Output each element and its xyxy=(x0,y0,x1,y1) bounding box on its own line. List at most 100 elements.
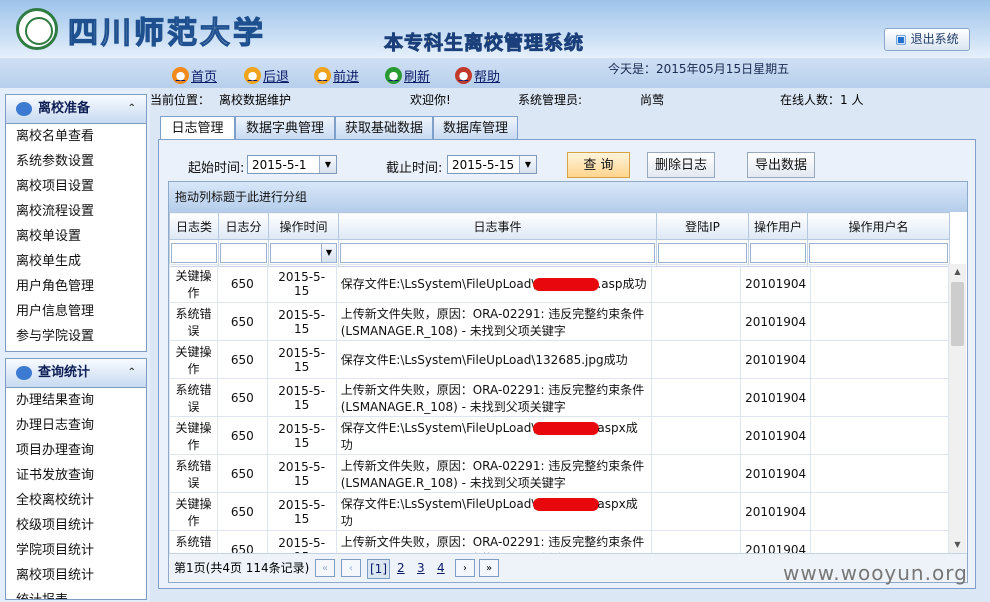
nav-label: 帮助 xyxy=(474,70,501,85)
column-filter-input[interactable] xyxy=(340,243,655,263)
role-text: 系统管理员: xyxy=(518,93,583,107)
export-data-button[interactable]: 导出数据 xyxy=(747,152,815,178)
nav-help[interactable]: ● 帮助 xyxy=(455,66,500,85)
column-header[interactable]: 操作用户名 xyxy=(807,212,950,240)
chevron-down-icon[interactable]: ▼ xyxy=(321,244,336,262)
log-event-cell: 保存文件E:\LsSystem\FileUpLoad\ .asp成功 xyxy=(335,264,652,303)
user-name: 尚莺 xyxy=(640,93,665,107)
column-header[interactable]: 日志分 xyxy=(218,212,269,240)
log-score-cell: 650 xyxy=(217,454,268,493)
nav-home[interactable]: ● 首页 xyxy=(172,66,217,85)
scroll-down-icon[interactable]: ▼ xyxy=(949,537,966,553)
column-header[interactable]: 日志类 xyxy=(169,212,219,240)
sidebar-item[interactable]: 离校项目设置 xyxy=(6,174,146,199)
column-filter-input[interactable] xyxy=(658,243,747,263)
operator-id-cell: 20101904 xyxy=(740,302,812,341)
collapse-chevron-icon[interactable]: ⌃ xyxy=(128,95,136,123)
sidebar-item[interactable]: 参与学院设置 xyxy=(6,324,146,349)
operator-id-cell: 20101904 xyxy=(740,416,812,455)
log-type-cell: 系统错误 xyxy=(169,378,219,417)
sidebar-item[interactable]: 办理结果查询 xyxy=(6,388,146,413)
tab-3[interactable]: 数据库管理 xyxy=(433,116,518,140)
table-row[interactable]: 系统错误6502015-5-15上传新文件失败，原因：ORA-02291: 违反… xyxy=(169,302,949,341)
table-row[interactable]: 关键操作 650 2015-5-15 保存文件E:\LsSystem\FileUpLo… xyxy=(169,340,949,379)
vertical-scrollbar[interactable]: ▲ ▼ xyxy=(949,264,966,553)
log-event-text: 上传新文件失败，原因：ORA-02291: 违反完整约束条件 (LSMANAGE… xyxy=(340,382,645,414)
column-filter-input[interactable] xyxy=(750,243,806,263)
end-time-value: 2015-5-15 xyxy=(452,158,515,172)
sidebar-item[interactable]: 统计报表 xyxy=(6,588,146,599)
page-link[interactable]: 2 xyxy=(397,559,405,577)
column-header[interactable]: 操作用户 xyxy=(748,212,808,240)
table-row[interactable]: 系统错误6502015-5-15上传新文件失败，原因：ORA-02291: 违反… xyxy=(169,378,949,417)
column-filter-input[interactable] xyxy=(171,243,217,263)
sidebar-item[interactable]: 离校单设置 xyxy=(6,224,146,249)
log-event-cell: 保存文件E:\LsSystem\FileUpLoad\132685.jpg成功 xyxy=(335,340,652,379)
table-row[interactable]: 关键操作 650 2015-5-15 保存文件E:\LsSystem\FileUpLo… xyxy=(169,264,949,303)
sidebar-item[interactable]: 学院项目统计 xyxy=(6,538,146,563)
sidebar-group-header[interactable]: 查询统计 ⌃ xyxy=(6,359,146,388)
scroll-thumb[interactable] xyxy=(951,282,964,346)
log-time-cell: 2015-5-15 xyxy=(266,378,337,417)
sidebar-item[interactable]: 用户角色管理 xyxy=(6,274,146,299)
column-filter-input[interactable]: ▼ xyxy=(270,243,337,263)
page-link[interactable]: 4 xyxy=(437,559,445,577)
start-time-select[interactable]: 2015-5-1 ▼ xyxy=(247,155,337,174)
column-filter-input[interactable] xyxy=(220,243,267,263)
log-time-cell: 2015-5-15 xyxy=(266,340,337,379)
sidebar-item[interactable]: 办理日志查询 xyxy=(6,413,146,438)
end-time-select[interactable]: 2015-5-15 ▼ xyxy=(447,155,537,174)
group-icon xyxy=(16,366,32,380)
first-page-button[interactable]: « xyxy=(315,559,335,577)
next-page-button[interactable]: › xyxy=(455,559,475,577)
log-type-cell: 关键操作 xyxy=(169,492,219,531)
tab-2[interactable]: 获取基础数据 xyxy=(335,116,433,140)
log-event-cell: 上传新文件失败，原因：ORA-02291: 违反完整约束条件 (LSMANAGE… xyxy=(335,454,652,493)
sidebar-item[interactable]: 离校流程设置 xyxy=(6,199,146,224)
sidebar-item[interactable]: 离校名单查看 xyxy=(6,124,146,149)
column-header[interactable]: 登陆IP xyxy=(656,212,749,240)
column-filter-cell xyxy=(169,239,219,267)
watermark: www.wooyun.org xyxy=(783,561,968,585)
sidebar-group-header[interactable]: 离校准备 ⌃ xyxy=(6,95,146,124)
tab-0[interactable]: 日志管理 xyxy=(160,116,235,141)
sidebar-item[interactable]: 离校项目统计 xyxy=(6,563,146,588)
nav-label: 刷新 xyxy=(404,70,431,85)
scroll-up-icon[interactable]: ▲ xyxy=(949,264,966,280)
table-row[interactable]: 系统错误6502015-5-15上传新文件失败，原因：ORA-02291: 违反… xyxy=(169,454,949,493)
last-page-button[interactable]: » xyxy=(479,559,499,577)
logout-button[interactable]: ▣ 退出系统 xyxy=(884,28,970,51)
sidebar-item[interactable]: 离校单生成 xyxy=(6,249,146,274)
operator-name-cell xyxy=(810,378,949,417)
sidebar-item[interactable]: 用户信息管理 xyxy=(6,299,146,324)
grid-header: 日志类 日志分 操作时间 日志事件 登陆IP 操作用户 操作用户名 ▼ xyxy=(169,212,950,267)
nav-back[interactable]: ● 后退 xyxy=(244,66,289,85)
nav-forward[interactable]: ● 前进 xyxy=(314,66,359,85)
column-header[interactable]: 操作时间 xyxy=(268,212,339,240)
page-link[interactable]: [1] xyxy=(367,559,390,579)
operator-id-cell: 20101904 xyxy=(740,454,812,493)
table-row[interactable]: 系统错误6502015-5-15上传新文件失败，原因：ORA-02291: 违反… xyxy=(169,530,949,553)
column-header[interactable]: 日志事件 xyxy=(338,212,657,240)
table-row[interactable]: 关键操作 650 2015-5-15 保存文件E:\LsSystem\FileUpLo… xyxy=(169,416,949,455)
sidebar-item[interactable]: 项目办理查询 xyxy=(6,438,146,463)
column-filter-input[interactable] xyxy=(809,243,948,263)
chevron-down-icon: ▼ xyxy=(319,156,336,173)
prev-page-button[interactable]: ‹ xyxy=(341,559,361,577)
tab-1[interactable]: 数据字典管理 xyxy=(235,116,335,140)
collapse-chevron-icon[interactable]: ⌃ xyxy=(128,359,136,387)
nav-refresh[interactable]: ● 刷新 xyxy=(385,66,430,85)
operator-name-cell xyxy=(810,416,949,455)
sidebar-item[interactable]: 全校离校统计 xyxy=(6,488,146,513)
query-button[interactable]: 查 询 xyxy=(567,152,630,178)
page-link[interactable]: 3 xyxy=(417,559,425,577)
welcome-text: 欢迎你! xyxy=(410,93,451,107)
delete-log-button[interactable]: 删除日志 xyxy=(647,152,715,178)
sidebar-item[interactable]: 证书发放查询 xyxy=(6,463,146,488)
sidebar-item[interactable]: 校级项目统计 xyxy=(6,513,146,538)
sidebar-item[interactable]: 系统参数设置 xyxy=(6,149,146,174)
log-event-text: 上传新文件失败，原因：ORA-02291: 违反完整约束条件 (LSMANAGE… xyxy=(340,458,645,490)
nav-label: 前进 xyxy=(333,70,360,85)
group-by-area[interactable]: 拖动列标题于此进行分组 xyxy=(169,182,967,212)
table-row[interactable]: 关键操作 650 2015-5-15 保存文件E:\LsSystem\FileUpLo… xyxy=(169,492,949,531)
